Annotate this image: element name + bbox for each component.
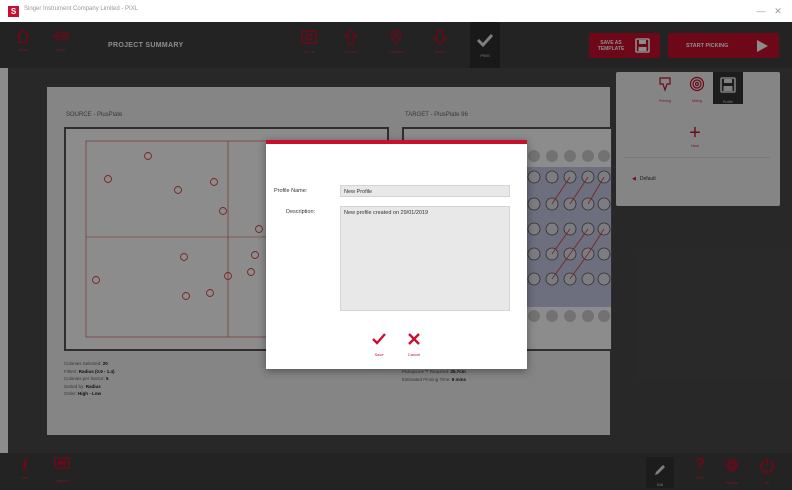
checkmark-icon [372,333,386,345]
new-profile-dialog: Profile Name: New Profile Description: N… [266,140,527,369]
close-button[interactable]: ✕ [771,4,785,18]
save-button[interactable]: Save [367,332,391,357]
cancel-label: Cancel [407,352,421,357]
close-x-icon [408,333,420,345]
minimize-button[interactable]: — [754,4,768,18]
window-title: Singer Instrument Company Limited - PIXL [24,6,139,12]
description-label: Description: [286,209,316,215]
profile-name-input[interactable]: New Profile [340,185,510,197]
save-label: Save [374,352,384,357]
cancel-button[interactable]: Cancel [402,332,426,357]
profile-name-label: Profile Name: [274,188,308,194]
app-logo-icon: S [8,6,19,17]
window-titlebar: S Singer Instrument Company Limited - PI… [0,0,792,23]
description-textarea[interactable]: New profile created on 29/01/2019 [340,206,510,311]
